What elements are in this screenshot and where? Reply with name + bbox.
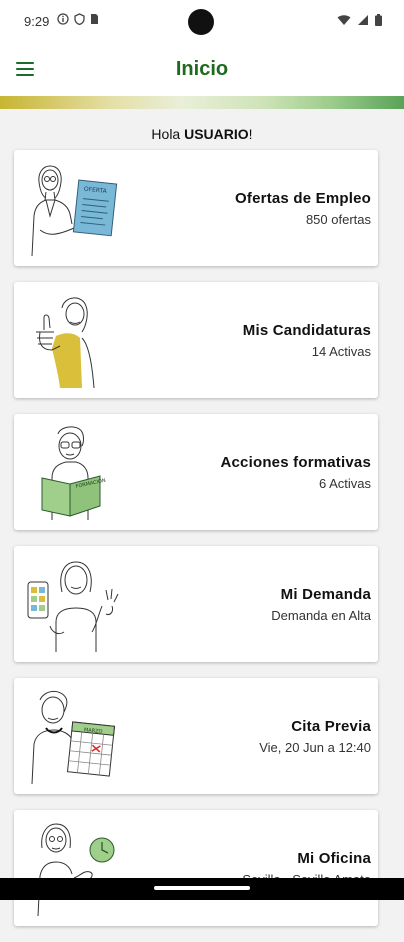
card-mis-candidaturas[interactable]: Mis Candidaturas 14 Activas xyxy=(14,282,378,398)
card-text: Mis Candidaturas 14 Activas xyxy=(243,322,371,359)
card-title: Acciones formativas xyxy=(220,454,371,471)
sim-card-icon xyxy=(91,14,98,24)
page-title: Inicio xyxy=(175,58,229,80)
card-cita-previa[interactable]: MARZO Cita Previa Vie, 20 Jun a 12:40 xyxy=(14,678,378,794)
card-acciones-formativas[interactable]: FORMACIÓN Acciones formativas 6 Activas xyxy=(14,414,378,530)
card-subtitle: 6 Activas xyxy=(318,476,371,491)
card-mi-oficina[interactable]: Mi Oficina Sevilla - Sevilla Amate xyxy=(14,810,378,926)
wifi-icon xyxy=(337,15,351,25)
card-text: Acciones formativas 6 Activas xyxy=(220,454,371,491)
status-time: 9:29 xyxy=(24,14,50,29)
cell-signal-icon xyxy=(358,15,368,25)
woman-thumbs-up-illustration xyxy=(36,297,95,388)
card-text: Mi Demanda Demanda en Alta xyxy=(271,586,371,623)
system-navigation-bar xyxy=(0,878,404,900)
status-system-icons xyxy=(337,14,382,26)
card-subtitle: Vie, 20 Jun a 12:40 xyxy=(259,740,371,755)
greeting: Hola USUARIO! xyxy=(0,126,404,142)
shield-icon xyxy=(74,13,85,25)
card-title: Mi Oficina xyxy=(297,850,371,867)
header-gradient-divider xyxy=(0,96,404,109)
card-subtitle: 850 ofertas xyxy=(305,212,371,227)
card-subtitle: Demanda en Alta xyxy=(271,608,371,623)
card-text: Ofertas de Empleo 850 ofertas xyxy=(235,190,371,227)
card-mi-demanda[interactable]: Mi Demanda Demanda en Alta xyxy=(14,546,378,662)
greeting-user: USUARIO xyxy=(184,126,249,142)
greeting-prefix: Hola xyxy=(151,126,185,142)
woman-with-phone-illustration xyxy=(27,561,119,652)
card-subtitle: 14 Activas xyxy=(311,344,371,359)
status-bar: 9:29 xyxy=(0,0,404,44)
man-reading-book-illustration: FORMACIÓN xyxy=(41,426,107,520)
greeting-suffix: ! xyxy=(248,126,253,142)
status-notification-icons xyxy=(57,13,99,25)
man-with-calendar-illustration: MARZO xyxy=(31,691,116,784)
card-title: Mis Candidaturas xyxy=(242,322,371,339)
home-gesture-handle[interactable] xyxy=(154,886,250,890)
woman-with-document-illustration: OFERTA xyxy=(31,165,118,256)
card-title: Mi Demanda xyxy=(280,586,371,603)
front-camera xyxy=(188,9,214,35)
card-title: Cita Previa xyxy=(291,718,371,735)
card-ofertas-empleo[interactable]: OFERTA Ofertas de Empleo 850 ofertas xyxy=(14,150,378,266)
card-title: Ofertas de Empleo xyxy=(235,190,371,207)
info-icon xyxy=(57,13,69,25)
card-text: Cita Previa Vie, 20 Jun a 12:40 xyxy=(259,718,371,755)
app-bar: Inicio xyxy=(0,44,404,96)
woman-with-clock-illustration xyxy=(37,823,115,916)
menu-cards: OFERTA Ofertas de Empleo 850 ofertas Mis… xyxy=(14,150,378,942)
battery-icon xyxy=(375,14,382,26)
